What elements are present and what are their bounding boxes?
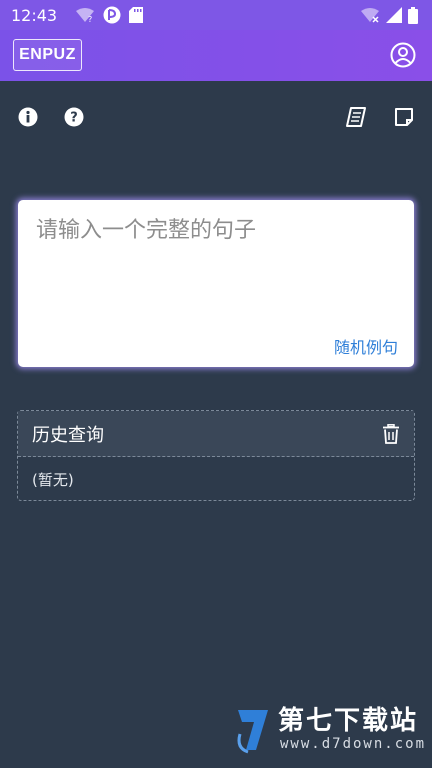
status-bar: 12:43 ? (0, 0, 432, 30)
book-icon[interactable] (345, 106, 367, 128)
app-notification-icon (103, 6, 121, 24)
history-panel: 历史查询 (暂无) (17, 410, 415, 501)
status-time: 12:43 (11, 5, 58, 25)
app-bar: ENPUZ (0, 30, 432, 81)
watermark-url: www.d7down.com (280, 736, 427, 752)
sentence-input-card: 随机例句 (18, 200, 414, 367)
logo-button[interactable]: ENPUZ (13, 39, 82, 71)
battery-icon (408, 6, 418, 24)
sentence-input[interactable] (18, 200, 414, 330)
watermark-brand: 第七下载站 (278, 706, 419, 736)
history-empty-text: (暂无) (32, 470, 74, 489)
signal-icon (386, 7, 402, 23)
svg-text:?: ? (88, 15, 92, 23)
watermark-logo-icon (237, 710, 268, 754)
status-notification-icons: ? (75, 6, 144, 24)
sd-card-icon (129, 7, 144, 23)
random-example-link[interactable]: 随机例句 (334, 334, 398, 358)
status-system-icons (360, 6, 418, 24)
watermark: 第七下载站 www.d7down.com (234, 700, 424, 762)
wifi-off-icon (361, 8, 379, 23)
svg-text:?: ? (70, 111, 78, 126)
history-header: 历史查询 (18, 411, 414, 457)
trash-icon[interactable] (382, 423, 400, 444)
history-title: 历史查询 (32, 424, 104, 446)
wifi-question-icon: ? (76, 8, 95, 23)
info-icon[interactable] (17, 106, 39, 128)
note-icon[interactable] (393, 106, 415, 128)
help-icon[interactable]: ? (63, 106, 85, 128)
tool-row: ? (0, 106, 432, 130)
account-circle-icon[interactable] (390, 42, 416, 68)
